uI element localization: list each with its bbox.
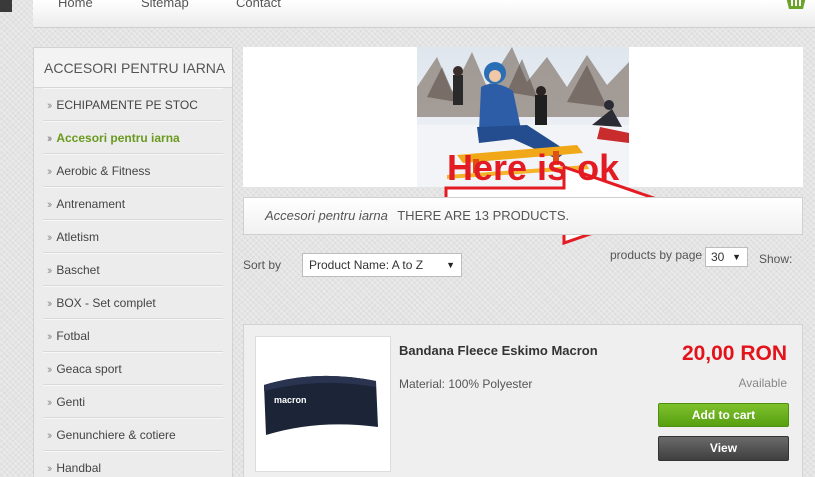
double-chevron-right-icon: ›› xyxy=(47,166,53,178)
sort-label: Sort by xyxy=(243,258,282,272)
products-per-page-label: products by page xyxy=(610,248,703,262)
sort-select[interactable]: Product Name: A to Z ▼ xyxy=(302,253,462,277)
category-name: Accesori pentru iarna xyxy=(265,208,388,223)
category-banner: Here is ok xyxy=(243,47,803,246)
double-chevron-right-icon: ›› xyxy=(47,199,53,211)
sidebar-item-label: Antrenament xyxy=(56,197,126,211)
category-list: ›› ECHIPAMENTE PE STOC ›› Accesori pentru i… xyxy=(34,88,232,477)
double-chevron-right-icon: ›› xyxy=(47,298,53,310)
perpage-select-value: 30 xyxy=(711,250,725,264)
sort-select-value: Product Name: A to Z xyxy=(309,258,424,272)
product-card: macron Bandana Fleece Eskimo Macron Mate… xyxy=(243,324,803,477)
category-sidebar: ACCESORI PENTRU IARNA ›› ECHIPAMENTE PE S… xyxy=(33,47,233,477)
headband-image: macron xyxy=(264,375,378,435)
sidebar-item[interactable]: ›› Accesori pentru iarna xyxy=(43,121,223,154)
top-nav: Home Sitemap Contact xyxy=(58,0,316,10)
sidebar-item[interactable]: ›› Antrenament xyxy=(43,187,223,220)
sidebar-item[interactable]: ›› ECHIPAMENTE PE STOC xyxy=(43,88,223,121)
view-button[interactable]: View xyxy=(658,436,789,461)
sidebar-item[interactable]: ›› Genti xyxy=(43,385,223,418)
product-count: THERE ARE 13 PRODUCTS. xyxy=(397,208,570,223)
product-price: 20,00 RON xyxy=(681,342,787,365)
sidebar-item[interactable]: ›› Atletism xyxy=(43,220,223,253)
double-chevron-right-icon: ›› xyxy=(47,397,53,409)
sidebar-item[interactable]: ›› Baschet xyxy=(43,253,223,286)
product-name[interactable]: Bandana Fleece Eskimo Macron xyxy=(399,343,598,358)
annotation-text: Here is ok xyxy=(447,147,620,188)
sidebar-item[interactable]: ›› Geaca sport xyxy=(43,352,223,385)
sidebar-item-label: Baschet xyxy=(56,263,100,277)
sidebar-item-label: Aerobic & Fitness xyxy=(56,164,151,178)
product-description: Material: 100% Polyester xyxy=(399,377,533,391)
shopping-basket-icon[interactable] xyxy=(785,0,807,10)
sidebar-item-label: Genti xyxy=(56,395,86,409)
sidebar-item-label: BOX - Set complet xyxy=(56,296,156,310)
sidebar-item-label: Geaca sport xyxy=(56,362,122,376)
sidebar-item-label: ECHIPAMENTE PE STOC xyxy=(56,98,198,112)
product-image[interactable]: macron xyxy=(255,336,391,472)
sidebar-item-label: Genunchiere & cotiere xyxy=(56,428,176,442)
sidebar-item[interactable]: ›› Handbal xyxy=(43,451,223,477)
products-per-page-select[interactable]: 30 ▼ xyxy=(705,247,748,267)
double-chevron-right-icon: ›› xyxy=(47,364,53,376)
sidebar-item[interactable]: ›› Fotbal xyxy=(43,319,223,352)
availability-status: Available xyxy=(738,376,787,390)
double-chevron-right-icon: ›› xyxy=(47,331,53,343)
sidebar-item[interactable]: ›› Aerobic & Fitness xyxy=(43,154,223,187)
add-to-cart-button[interactable]: Add to cart xyxy=(658,403,789,427)
page-edge xyxy=(0,0,12,12)
sidebar-item-label: Atletism xyxy=(56,230,100,244)
double-chevron-right-icon: ›› xyxy=(47,133,53,145)
sidebar-item-label: Fotbal xyxy=(56,329,90,343)
sidebar-item-label: Handbal xyxy=(56,461,102,475)
sidebar-item[interactable]: ›› Genunchiere & cotiere xyxy=(43,418,223,451)
sidebar-title: ACCESORI PENTRU IARNA xyxy=(34,48,232,88)
dropdown-arrow-icon: ▼ xyxy=(732,252,741,262)
top-navigation-bar: Home Sitemap Contact xyxy=(33,0,815,28)
nav-home-link[interactable]: Home xyxy=(58,0,141,10)
show-label: Show: xyxy=(759,252,793,266)
double-chevron-right-icon: ›› xyxy=(47,430,53,442)
dropdown-arrow-icon: ▼ xyxy=(446,260,455,270)
macron-logo: macron xyxy=(274,395,307,405)
double-chevron-right-icon: ›› xyxy=(47,100,53,112)
nav-sitemap-link[interactable]: Sitemap xyxy=(141,0,236,10)
double-chevron-right-icon: ›› xyxy=(47,232,53,244)
sidebar-item[interactable]: ›› BOX - Set complet xyxy=(43,286,223,319)
sidebar-item-label: Accesori pentru iarna xyxy=(56,131,180,145)
category-heading-bar: Accesori pentru iarna THERE ARE 13 PRODU… xyxy=(243,197,803,235)
double-chevron-right-icon: ›› xyxy=(47,463,53,475)
nav-contact-link[interactable]: Contact xyxy=(236,0,316,10)
double-chevron-right-icon: ›› xyxy=(47,265,53,277)
